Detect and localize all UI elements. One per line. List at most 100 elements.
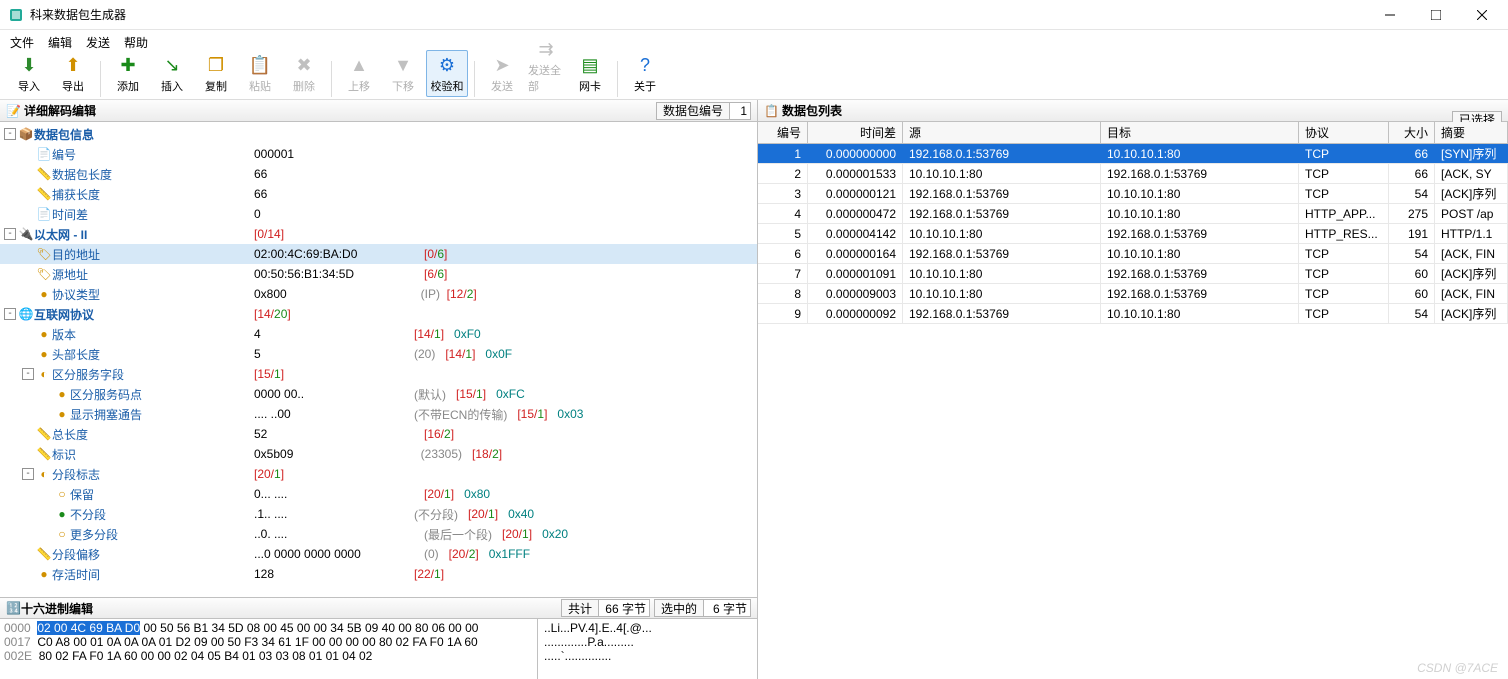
toolbar-上移: ▲上移 (338, 50, 380, 97)
tree-label: 版本 (52, 326, 254, 343)
tree-row[interactable]: ● 版本4[14/1] 0xF0 (0, 324, 757, 344)
tree-icon: 📄 (36, 207, 52, 221)
toolbar-label: 导出 (62, 78, 84, 94)
tree-icon: ● (54, 387, 70, 401)
col-时间差[interactable]: 时间差 (808, 122, 903, 143)
col-摘要[interactable]: 摘要 (1435, 122, 1508, 143)
toolbar-关于[interactable]: ?关于 (624, 50, 666, 97)
col-目标[interactable]: 目标 (1101, 122, 1299, 143)
tree-value: ..0. .... (254, 527, 414, 541)
tree-row[interactable]: 📏 捕获长度66 (0, 184, 757, 204)
tree-row[interactable]: 📏 标识0x5b09 (23305) [18/2] (0, 444, 757, 464)
packet-row[interactable]: 90.000000092192.168.0.1:5376910.10.10.1:… (758, 304, 1508, 324)
tree-row[interactable]: ● 协议类型0x800 (IP) [12/2] (0, 284, 757, 304)
toolbar-icon: ↘ (160, 53, 184, 77)
tree-row[interactable]: ● 区分服务码点0000 00..(默认) [15/1] 0xFC (0, 384, 757, 404)
packet-row[interactable]: 50.00000414210.10.10.1:80192.168.0.1:537… (758, 224, 1508, 244)
tree-row[interactable]: -🌐 互联网协议[14/20] (0, 304, 757, 324)
tree-icon: 📏 (36, 447, 52, 461)
tree-row[interactable]: -◐ 分段标志[20/1] (0, 464, 757, 484)
list-icon: 📋 (764, 104, 778, 118)
tree-row[interactable]: -🔌 以太网 - II[0/14] (0, 224, 757, 244)
tree-toggle[interactable]: - (22, 368, 34, 380)
packet-row[interactable]: 20.00000153310.10.10.1:80192.168.0.1:537… (758, 164, 1508, 184)
tree-label: 目的地址 (52, 246, 254, 263)
tree-row[interactable]: ○ 更多分段..0. .... (最后一个段) [20/1] 0x20 (0, 524, 757, 544)
toolbar-icon: ▼ (391, 53, 415, 77)
tree-label: 分段偏移 (52, 546, 254, 563)
col-源[interactable]: 源 (903, 122, 1101, 143)
toolbar-复制[interactable]: ❐复制 (195, 50, 237, 97)
menu-3[interactable]: 帮助 (124, 34, 148, 51)
packet-columns[interactable]: 编号时间差源目标协议大小摘要 (758, 122, 1508, 144)
tree-value: 66 (254, 167, 414, 181)
menu-0[interactable]: 文件 (10, 34, 34, 51)
tree-row[interactable]: ● 显示拥塞通告.... ..00(不带ECN的传输) [15/1] 0x03 (0, 404, 757, 424)
packet-row[interactable]: 80.00000900310.10.10.1:80192.168.0.1:537… (758, 284, 1508, 304)
close-button[interactable] (1468, 5, 1496, 25)
toolbar-网卡[interactable]: ▤网卡 (569, 50, 611, 97)
tree-row[interactable]: 📏 分段偏移...0 0000 0000 0000 (0) [20/2] 0x1… (0, 544, 757, 564)
tree-label: 不分段 (70, 506, 254, 523)
tree-icon: ● (36, 347, 52, 361)
tree-row[interactable]: ● 存活时间128[22/1] (0, 564, 757, 584)
tree-value: 52 (254, 427, 414, 441)
decoder-header: 📝 详细解码编辑 数据包编号 1 (0, 100, 757, 122)
tree-row[interactable]: 🏷 源地址00:50:56:B1:34:5D [6/6] (0, 264, 757, 284)
packet-list-title: 数据包列表 (782, 102, 1452, 119)
maximize-button[interactable] (1422, 5, 1450, 25)
tree-label: 总长度 (52, 426, 254, 443)
hex-body[interactable]: 0000 02 00 4C 69 BA D0 00 50 56 B1 34 5D… (0, 619, 757, 679)
packet-row[interactable]: 10.000000000192.168.0.1:5376910.10.10.1:… (758, 144, 1508, 164)
col-大小[interactable]: 大小 (1389, 122, 1435, 143)
tree-row[interactable]: 📏 数据包长度66 (0, 164, 757, 184)
toolbar-label: 粘贴 (249, 78, 271, 94)
packet-row[interactable]: 40.000000472192.168.0.1:5376910.10.10.1:… (758, 204, 1508, 224)
tree-icon: 📄 (36, 147, 52, 161)
toolbar-添加[interactable]: ✚添加 (107, 50, 149, 97)
tree-toggle[interactable]: - (4, 228, 16, 240)
packet-number-value[interactable]: 1 (729, 102, 751, 120)
minimize-button[interactable] (1376, 5, 1404, 25)
tree-value: 0 (254, 207, 414, 221)
menu-1[interactable]: 编辑 (48, 34, 72, 51)
tree-row[interactable]: 📄 时间差0 (0, 204, 757, 224)
tree-row[interactable]: -◐ 区分服务字段[15/1] (0, 364, 757, 384)
toolbar-icon: ❐ (204, 53, 228, 77)
tree-row[interactable]: ○ 保留0... .... [20/1] 0x80 (0, 484, 757, 504)
tree-icon: ○ (54, 487, 70, 501)
tree-row[interactable]: 📄 编号000001 (0, 144, 757, 164)
col-编号[interactable]: 编号 (758, 122, 808, 143)
tree-value: 0x800 (254, 287, 414, 301)
toolbar-插入[interactable]: ↘插入 (151, 50, 193, 97)
toolbar-sep (100, 61, 101, 97)
tree-label: 数据包长度 (52, 166, 254, 183)
toolbar-导入[interactable]: ⬇导入 (8, 50, 50, 97)
tree-row[interactable]: ● 头部长度5(20) [14/1] 0x0F (0, 344, 757, 364)
toolbar-校验和[interactable]: ⚙校验和 (426, 50, 468, 97)
toolbar-label: 发送全部 (528, 62, 564, 94)
hex-total-value: 66 字节 (598, 599, 650, 617)
tree-row[interactable]: 📏 总长度52 [16/2] (0, 424, 757, 444)
tree-toggle[interactable]: - (4, 128, 16, 140)
tree-row[interactable]: -📦 数据包信息 (0, 124, 757, 144)
packet-row[interactable]: 70.00000109110.10.10.1:80192.168.0.1:537… (758, 264, 1508, 284)
packet-row[interactable]: 60.000000164192.168.0.1:5376910.10.10.1:… (758, 244, 1508, 264)
tree-row[interactable]: ● 不分段.1.. ....(不分段) [20/1] 0x40 (0, 504, 757, 524)
tree-toggle[interactable]: - (22, 468, 34, 480)
decoder-tree[interactable]: -📦 数据包信息📄 编号000001📏 数据包长度66📏 捕获长度66📄 时间差… (0, 122, 757, 597)
tree-icon: 📏 (36, 187, 52, 201)
decoder-icon: 📝 (6, 104, 20, 118)
packet-row[interactable]: 30.000000121192.168.0.1:5376910.10.10.1:… (758, 184, 1508, 204)
workspace: 📝 详细解码编辑 数据包编号 1 -📦 数据包信息📄 编号000001📏 数据包… (0, 100, 1508, 679)
col-协议[interactable]: 协议 (1299, 122, 1389, 143)
menu-2[interactable]: 发送 (86, 34, 110, 51)
tree-icon: 🌐 (18, 307, 34, 321)
packet-rows[interactable]: 10.000000000192.168.0.1:5376910.10.10.1:… (758, 144, 1508, 679)
toolbar-导出[interactable]: ⬆导出 (52, 50, 94, 97)
tree-toggle[interactable]: - (4, 308, 16, 320)
toolbar-icon: ✚ (116, 53, 140, 77)
toolbar-icon: 📋 (248, 53, 272, 77)
tree-row[interactable]: 🏷 目的地址02:00:4C:69:BA:D0 [0/6] (0, 244, 757, 264)
tree-icon: ● (54, 507, 70, 521)
